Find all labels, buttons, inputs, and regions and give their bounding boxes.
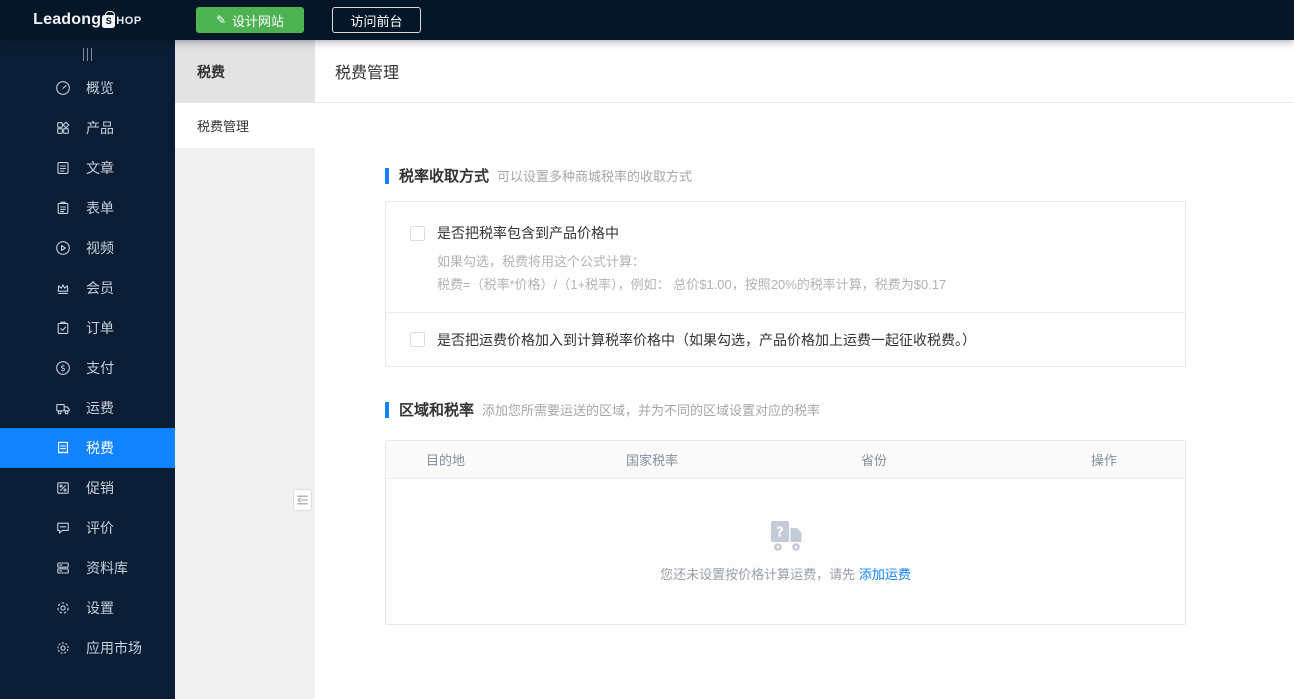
sidebar-item-label: 会员 <box>86 280 114 296</box>
library-icon <box>55 560 71 576</box>
sidebar-item-label: 设置 <box>86 600 114 616</box>
pencil-icon: ✎ <box>215 13 227 27</box>
tax-icon <box>55 440 71 456</box>
empty-state-text: 您还未设置按价格计算运费，请先 <box>660 567 856 582</box>
sidebar-collapse-toggle[interactable] <box>0 40 175 68</box>
leadongshop-logo: Leadong S HOP <box>0 10 175 29</box>
sidebar-item-articles[interactable]: 文章 <box>0 148 175 188</box>
logo-text-right: HOP <box>116 15 142 27</box>
section-subtitle: 添加您所需要运送的区域，并为不同的区域设置对应的税率 <box>482 403 821 418</box>
sidebar-item-label: 表单 <box>86 200 114 216</box>
checkbox-label: 是否把税率包含到产品价格中 <box>437 225 619 241</box>
empty-truck-icon: ? <box>765 520 807 552</box>
sidebar-item-label: 应用市场 <box>86 640 142 656</box>
shipping-icon <box>55 400 71 416</box>
sidebar-item-label: 视频 <box>86 240 114 256</box>
formula-note-line2: 税费=（税率*价格）/（1+税率），例如： 总价$1.00，按照20%的税率计算… <box>437 277 947 292</box>
section-regions-and-tax-rates: 区域和税率 添加您所需要运送的区域，并为不同的区域设置对应的税率 <box>385 399 1294 420</box>
section-tax-collection-method: 税率收取方式 可以设置多种商城税率的收取方式 <box>385 165 1294 186</box>
sidebar-item-tax[interactable]: 税费 <box>0 428 175 468</box>
table-header-row: 目的地 国家税率 省份 操作 <box>386 441 1185 479</box>
sidebar-item-label: 促销 <box>86 480 114 496</box>
promotions-icon <box>55 480 71 496</box>
collapse-submenu-button[interactable] <box>293 489 312 511</box>
sidebar-item-shipping[interactable]: 运费 <box>0 388 175 428</box>
sidebar-item-reviews[interactable]: 评价 <box>0 508 175 548</box>
sidebar-item-label: 订单 <box>86 320 114 336</box>
include-shipping-in-tax-row: 是否把运费价格加入到计算税率价格中（如果勾选，产品价格加上运费一起征收税费。） <box>386 312 1185 366</box>
design-website-label: 设计网站 <box>232 13 285 29</box>
tax-options-panel: 是否把税率包含到产品价格中 如果勾选，税费将用这个公式计算： 税费=（税率*价格… <box>385 201 1186 367</box>
main-content: 税费管理 税率收取方式 可以设置多种商城税率的收取方式 是否把税率包含到产品价格… <box>315 40 1294 699</box>
submenu-title: 税费 <box>175 40 315 103</box>
regions-tax-table: 目的地 国家税率 省份 操作 ? 您还未设置按价格计算运费，请先 添加运费 <box>385 440 1186 625</box>
main-sidebar: 概览 产品 文章 表单 视频 会员 订单 $ 支付 运费 税费 促销 评价 资料… <box>0 40 175 699</box>
visit-storefront-button[interactable]: 访问前台 <box>332 7 421 33</box>
outdent-icon <box>297 495 308 505</box>
page-title: 税费管理 <box>335 65 400 82</box>
add-shipping-link[interactable]: 添加运费 <box>859 567 911 582</box>
forms-icon <box>55 200 71 216</box>
sidebar-item-label: 评价 <box>86 520 114 536</box>
sidebar-item-label: 资料库 <box>86 560 128 576</box>
payments-icon: $ <box>55 360 71 376</box>
formula-notes: 如果勾选，税费将用这个公式计算： 税费=（税率*价格）/（1+税率），例如： 总… <box>437 250 1161 296</box>
sidebar-item-label: 概览 <box>86 80 114 96</box>
sidebar-item-label: 文章 <box>86 160 114 176</box>
column-header-country-tax-rate: 国家税率 <box>626 453 679 468</box>
members-icon <box>55 280 71 296</box>
section-title: 税率收取方式 <box>399 168 490 185</box>
products-icon <box>55 120 71 136</box>
sidebar-item-orders[interactable]: 订单 <box>0 308 175 348</box>
content-area: 税率收取方式 可以设置多种商城税率的收取方式 是否把税率包含到产品价格中 如果勾… <box>315 103 1294 625</box>
sidebar-item-promotions[interactable]: 促销 <box>0 468 175 508</box>
sidebar-item-payments[interactable]: $ 支付 <box>0 348 175 388</box>
include-tax-in-price-row: 是否把税率包含到产品价格中 如果勾选，税费将用这个公式计算： 税费=（税率*价格… <box>386 202 1185 312</box>
include-shipping-in-tax-checkbox[interactable] <box>410 332 425 347</box>
visit-storefront-label: 访问前台 <box>350 13 403 29</box>
topbar: Leadong S HOP ✎ 设计网站 访问前台 <box>0 0 1294 40</box>
include-tax-in-price-checkbox[interactable] <box>410 225 425 241</box>
sidebar-item-video[interactable]: 视频 <box>0 228 175 268</box>
logo-text-left: Leadong <box>33 11 102 28</box>
svg-text:$: $ <box>60 364 65 374</box>
sidebar-item-label: 运费 <box>86 400 114 416</box>
shopping-bag-icon: S <box>102 10 116 28</box>
overview-icon <box>55 80 71 96</box>
column-header-actions: 操作 <box>1091 453 1118 468</box>
tax-submenu-panel: 税费 税费管理 <box>175 40 315 699</box>
sidebar-item-label: 产品 <box>86 120 114 136</box>
sidebar-item-members[interactable]: 会员 <box>0 268 175 308</box>
section-accent-bar <box>385 167 389 184</box>
table-empty-state: ? 您还未设置按价格计算运费，请先 添加运费 <box>386 479 1185 624</box>
section-subtitle: 可以设置多种商城税率的收取方式 <box>497 169 693 184</box>
sidebar-item-overview[interactable]: 概览 <box>0 68 175 108</box>
page-header: 税费管理 <box>315 40 1294 103</box>
sidebar-item-forms[interactable]: 表单 <box>0 188 175 228</box>
column-header-destination: 目的地 <box>426 453 466 468</box>
sidebar-item-app-market[interactable]: 应用市场 <box>0 628 175 668</box>
sidebar-item-label: 支付 <box>86 360 114 376</box>
app-market-icon <box>55 640 71 656</box>
formula-note-line1: 如果勾选，税费将用这个公式计算： <box>437 254 646 269</box>
sidebar-item-products[interactable]: 产品 <box>0 108 175 148</box>
sidebar-item-settings[interactable]: 设置 <box>0 588 175 628</box>
sidebar-item-library[interactable]: 资料库 <box>0 548 175 588</box>
section-accent-bar <box>385 401 389 418</box>
svg-text:?: ? <box>776 526 784 541</box>
submenu-item-tax-management[interactable]: 税费管理 <box>175 103 315 148</box>
section-title: 区域和税率 <box>399 402 475 419</box>
settings-icon <box>55 600 71 616</box>
sidebar-item-label: 税费 <box>86 440 114 456</box>
design-website-button[interactable]: ✎ 设计网站 <box>196 7 304 33</box>
checkbox-label: 是否把运费价格加入到计算税率价格中（如果勾选，产品价格加上运费一起征收税费。） <box>437 331 976 348</box>
orders-icon <box>55 320 71 336</box>
column-header-province: 省份 <box>861 453 888 468</box>
articles-icon <box>55 160 71 176</box>
reviews-icon <box>55 520 71 536</box>
video-icon <box>55 240 71 256</box>
